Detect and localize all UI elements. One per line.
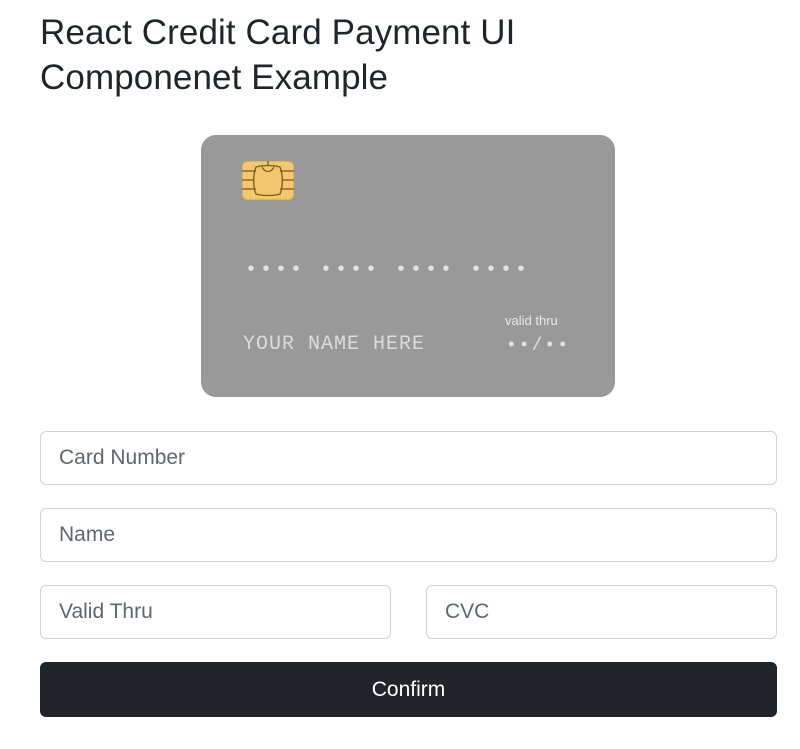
cvc-input[interactable] <box>426 585 777 639</box>
payment-page: React Credit Card Payment UI Componenet … <box>0 0 800 749</box>
page-title-line-2: Componenet Example <box>40 58 389 97</box>
credit-card-preview: •••• •••• •••• •••• YOUR NAME HERE valid… <box>201 135 615 397</box>
confirm-button[interactable]: Confirm <box>40 662 777 717</box>
page-title-line-1: React Credit Card Payment UI <box>40 13 516 52</box>
expiry-display: ••/•• <box>506 336 571 356</box>
card-chip-icon <box>242 161 294 200</box>
card-number-input[interactable] <box>40 431 777 485</box>
name-input[interactable] <box>40 508 777 562</box>
valid-thru-label: valid thru <box>505 313 558 328</box>
valid-thru-input[interactable] <box>40 585 391 639</box>
page-title: React Credit Card Payment UI Componenet … <box>40 10 780 100</box>
cardholder-name-display: YOUR NAME HERE <box>243 333 426 356</box>
card-number-display: •••• •••• •••• •••• <box>245 259 531 282</box>
